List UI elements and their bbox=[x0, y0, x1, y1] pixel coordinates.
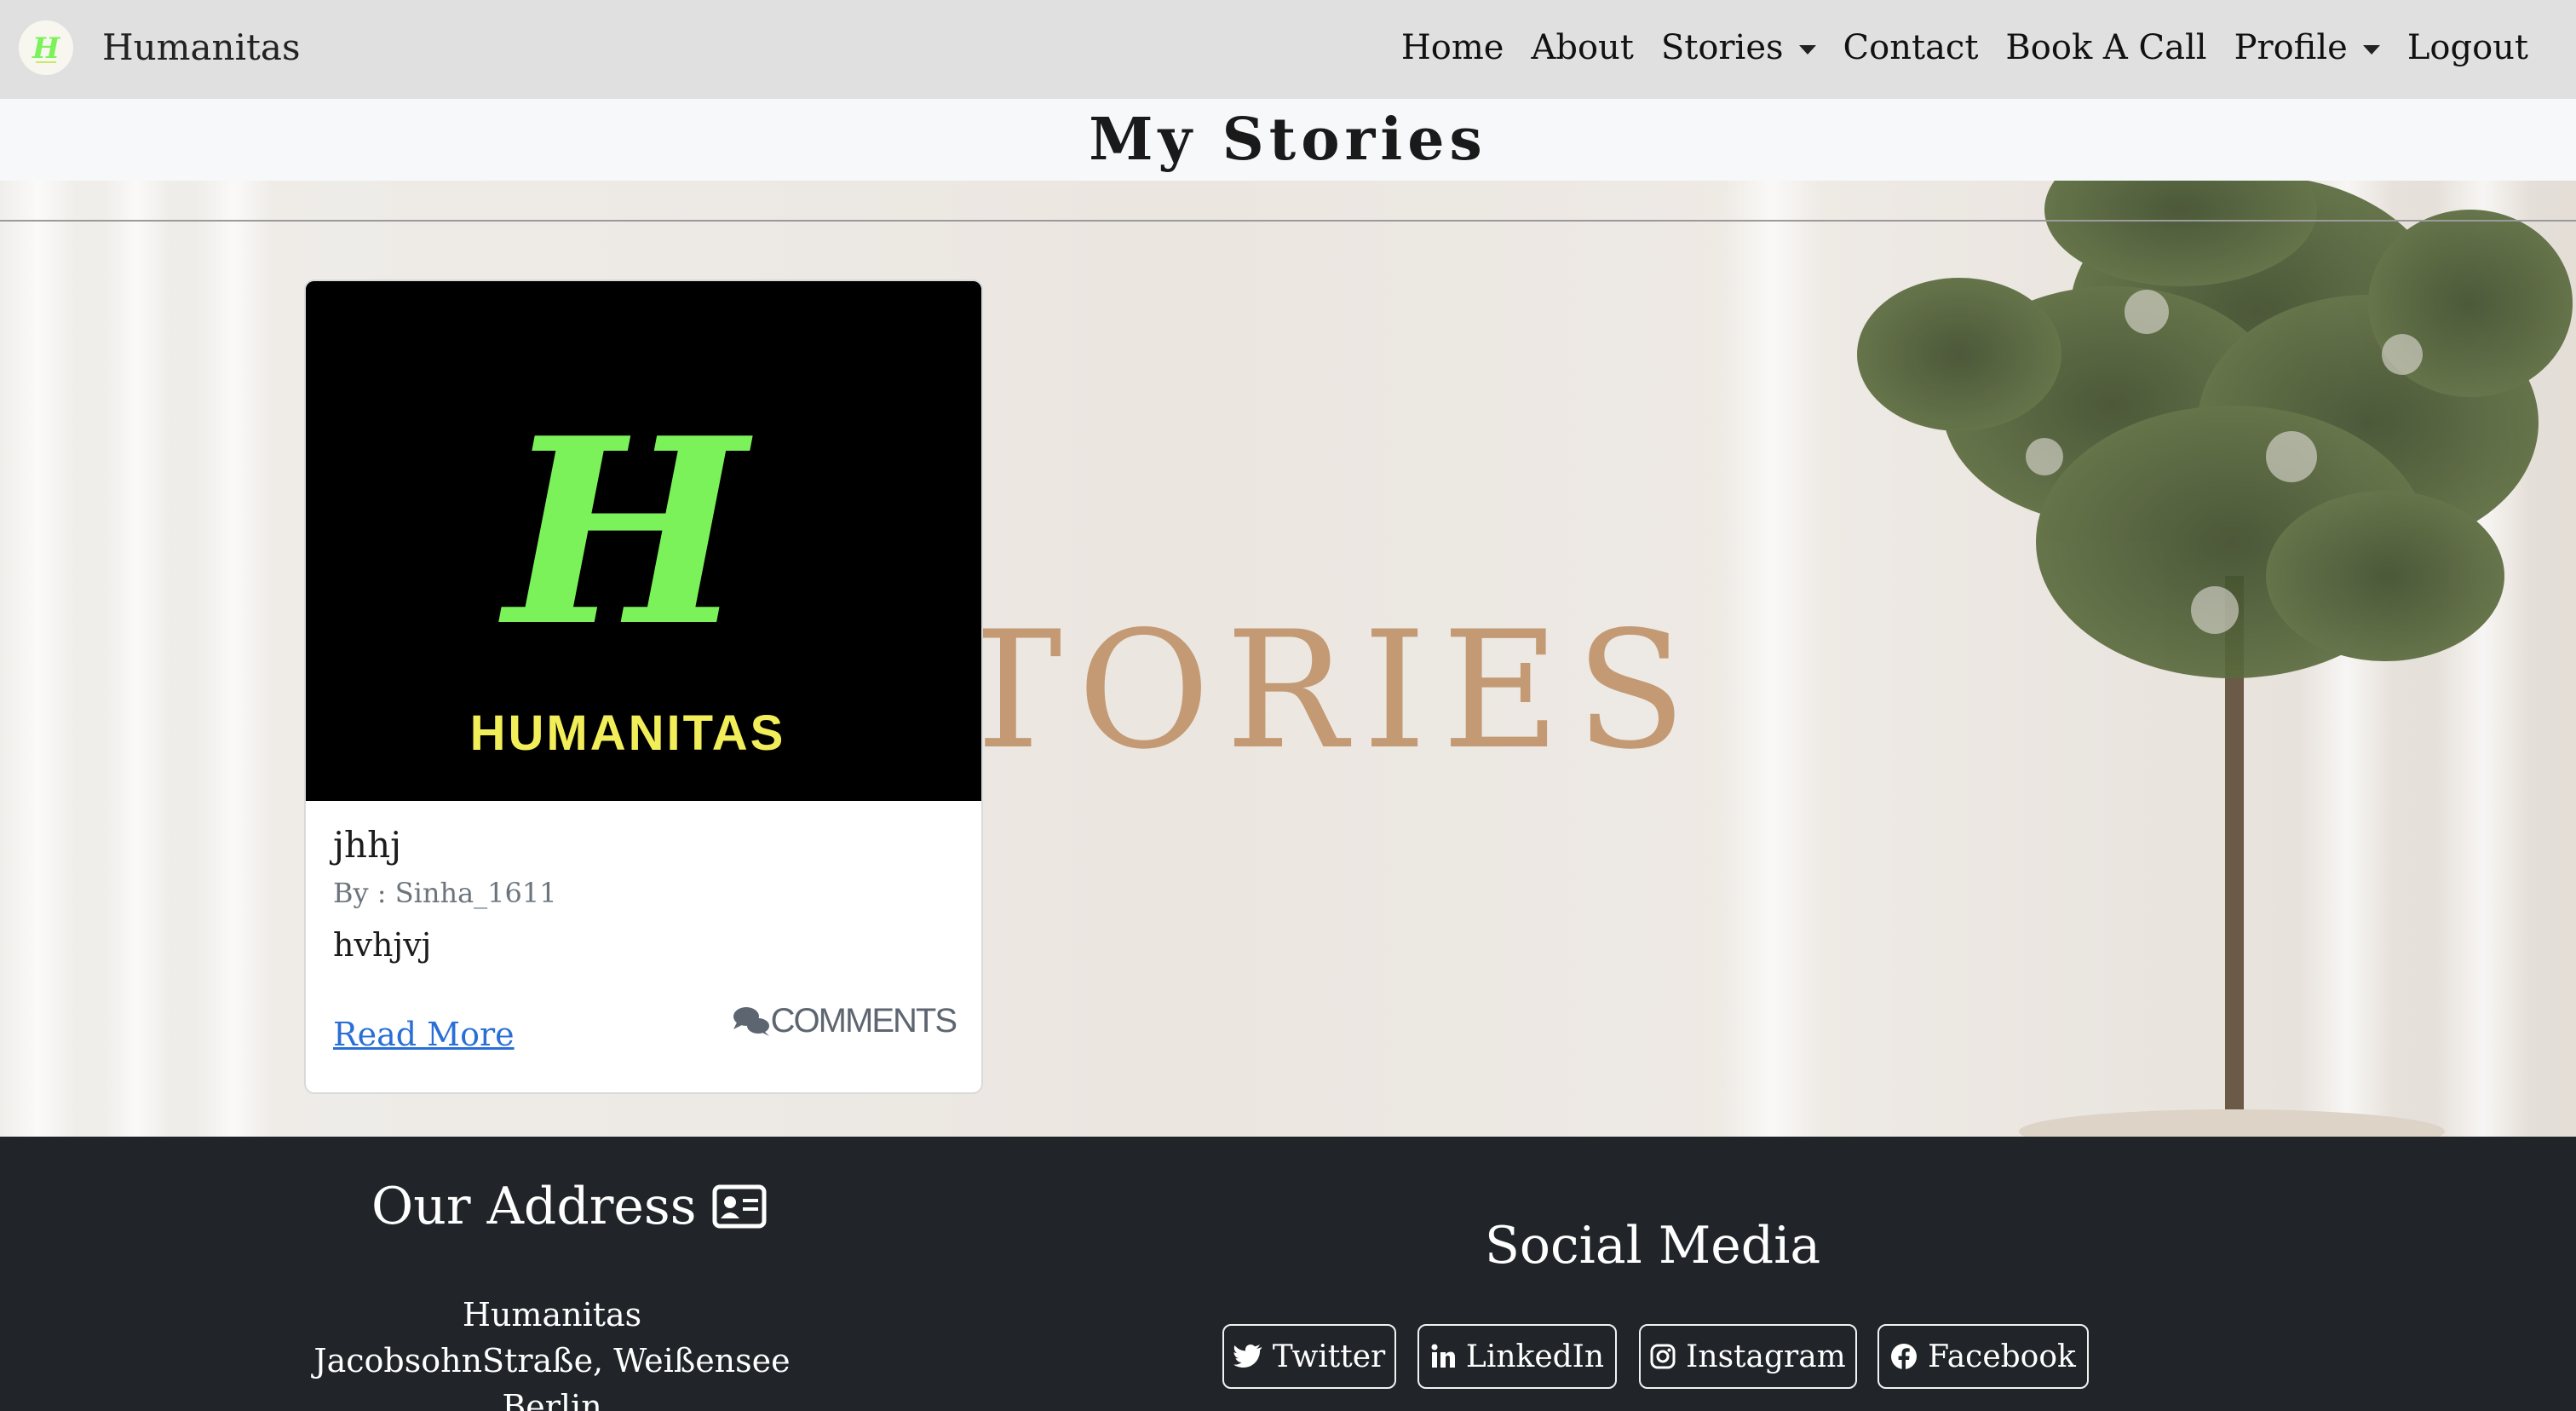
address-line-2: JacobsohnStraße, Weißensee bbox=[313, 1342, 791, 1379]
story-title: jhhj bbox=[333, 824, 402, 866]
twitter-icon bbox=[1233, 1345, 1262, 1368]
comments-button[interactable]: COMMENTS bbox=[732, 997, 957, 1045]
footer: Our Address Humanitas JacobsohnStraße, W… bbox=[0, 1137, 2576, 1411]
social-media-title: Social Media bbox=[1484, 1216, 1821, 1276]
linkedin-label: LinkedIn bbox=[1465, 1339, 1605, 1374]
humanitas-wordmark: HUMANITAS bbox=[470, 706, 786, 761]
address-title: Our Address bbox=[371, 1172, 767, 1241]
linkedin-icon bbox=[1431, 1344, 1455, 1368]
nav-link-book-a-call[interactable]: Book A Call bbox=[1992, 22, 2220, 73]
nav-link-logout-label: Logout bbox=[2406, 28, 2528, 67]
nav-link-home-label: Home bbox=[1400, 28, 1504, 67]
instagram-label: Instagram bbox=[1686, 1339, 1846, 1374]
page-title: My Stories bbox=[1089, 106, 1487, 174]
brand-name[interactable]: Humanitas bbox=[102, 22, 301, 73]
story-card[interactable]: H HUMANITAS jhhj By : Sinha_1611 hvhjvj … bbox=[304, 279, 983, 1094]
nav-link-contact-label: Contact bbox=[1843, 28, 1979, 67]
address-line-3: Berlin bbox=[502, 1388, 602, 1411]
facebook-icon bbox=[1891, 1344, 1918, 1369]
address-lines: Humanitas JacobsohnStraße, Weißensee Ber… bbox=[211, 1292, 893, 1411]
comments-icon bbox=[733, 1007, 769, 1036]
nav-links: Home About Stories Contact Book A Call P… bbox=[1388, 22, 2542, 73]
address-line-1: Humanitas bbox=[462, 1296, 642, 1333]
read-more-link[interactable]: Read More bbox=[333, 1011, 515, 1058]
nav-link-home[interactable]: Home bbox=[1388, 22, 1518, 73]
comments-label: COMMENTS bbox=[770, 1002, 957, 1040]
story-excerpt: hvhjvj bbox=[333, 926, 432, 964]
title-bar: My Stories bbox=[0, 99, 2576, 181]
nav-dropdown-stories-label: Stories bbox=[1660, 28, 1784, 67]
nav-dropdown-profile-label: Profile bbox=[2234, 28, 2348, 67]
facebook-button[interactable]: Facebook bbox=[1877, 1324, 2089, 1389]
nav-dropdown-stories[interactable]: Stories bbox=[1647, 22, 1830, 73]
linkedin-button[interactable]: LinkedIn bbox=[1417, 1324, 1617, 1389]
brand-logo-icon[interactable]: H bbox=[19, 20, 73, 75]
instagram-icon bbox=[1650, 1344, 1676, 1369]
humanitas-h-logo: H bbox=[497, 382, 756, 682]
address-card-icon bbox=[712, 1184, 767, 1229]
nav-dropdown-profile[interactable]: Profile bbox=[2221, 22, 2394, 73]
twitter-label: Twitter bbox=[1272, 1339, 1386, 1374]
nav-link-logout[interactable]: Logout bbox=[2394, 22, 2542, 73]
title-divider bbox=[0, 220, 2576, 222]
top-navbar: H Humanitas Home About Stories Contact B… bbox=[0, 0, 2576, 99]
nav-link-book-a-call-label: Book A Call bbox=[2005, 28, 2207, 67]
story-card-image: H HUMANITAS bbox=[306, 281, 981, 801]
facebook-label: Facebook bbox=[1928, 1339, 2076, 1374]
nav-link-about[interactable]: About bbox=[1517, 22, 1647, 73]
caret-down-icon bbox=[2362, 44, 2380, 55]
hero-wall-text: TORIES bbox=[954, 596, 1701, 785]
story-author: By : Sinha_1611 bbox=[333, 877, 557, 909]
nav-link-contact[interactable]: Contact bbox=[1830, 22, 1992, 73]
address-title-text: Our Address bbox=[371, 1177, 697, 1236]
caret-down-icon bbox=[1798, 44, 1816, 55]
svg-text:H: H bbox=[32, 32, 61, 66]
nav-link-about-label: About bbox=[1531, 28, 1634, 67]
twitter-button[interactable]: Twitter bbox=[1222, 1324, 1396, 1389]
instagram-button[interactable]: Instagram bbox=[1639, 1324, 1857, 1389]
